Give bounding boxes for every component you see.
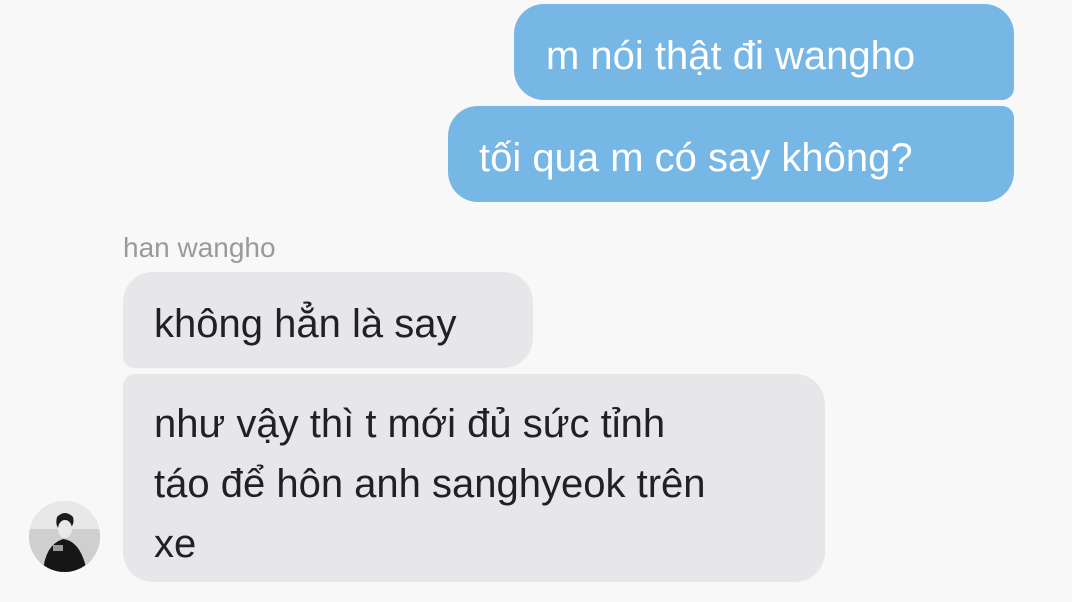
message-thread: m nói thật đi wangho tối qua m có say kh… (0, 0, 1072, 602)
message-line: xe (154, 522, 197, 566)
outgoing-message-bubble[interactable]: tối qua m có say không? (448, 106, 1014, 202)
message-line: táo để hôn anh sanghyeok trên (154, 462, 706, 506)
sender-avatar[interactable] (29, 501, 100, 572)
outgoing-message-bubble[interactable]: m nói thật đi wangho (514, 4, 1014, 100)
sender-name-label: han wangho (123, 232, 276, 263)
person-avatar-icon (29, 501, 100, 572)
incoming-message-bubble[interactable]: không hẳn là say (123, 272, 533, 368)
message-line: như vậy thì t mới đủ sức tỉnh (154, 402, 666, 446)
incoming-message-bubble[interactable]: như vậy thì t mới đủ sức tỉnh táo để hôn… (123, 374, 825, 582)
